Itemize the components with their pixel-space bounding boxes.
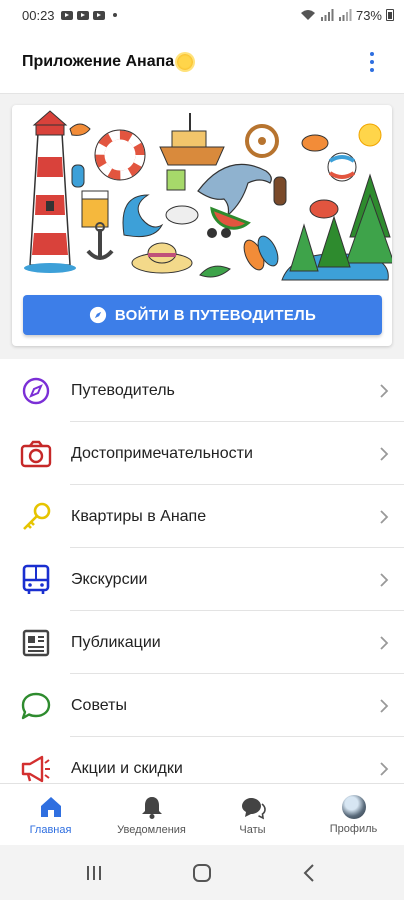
chats-icon <box>241 797 266 819</box>
compass-icon <box>89 306 107 324</box>
menu-item-label: Акции и скидки <box>71 759 183 777</box>
recent-apps-icon[interactable] <box>83 862 105 884</box>
status-time: 00:23 <box>22 7 55 23</box>
battery-icon <box>386 9 394 21</box>
compass-icon <box>0 376 70 406</box>
menu-item-label: Советы <box>71 696 127 714</box>
avatar <box>341 794 366 819</box>
menu-item-guide[interactable]: Путеводитель <box>0 359 404 422</box>
wifi-icon <box>300 10 315 20</box>
menu-item-label: Экскурсии <box>71 570 148 588</box>
bottom-navigation: Главная Уведомления Чаты Профиль <box>0 783 404 845</box>
newspaper-icon <box>0 628 70 658</box>
camera-icon <box>0 440 70 468</box>
nav-chats[interactable]: Чаты <box>202 784 303 845</box>
youtube-icon <box>92 10 105 20</box>
menu-item-label: Путеводитель <box>71 381 175 399</box>
menu-item-label: Публикации <box>71 633 161 651</box>
more-notifications-dot <box>112 13 117 17</box>
home-button-icon[interactable] <box>191 862 213 884</box>
nav-home[interactable]: Главная <box>0 784 101 845</box>
megaphone-icon <box>0 754 70 784</box>
app-title: Приложение Анапа <box>22 52 194 71</box>
key-icon <box>0 501 70 533</box>
chevron-right-icon <box>364 761 404 777</box>
system-navigation-bar <box>0 845 404 900</box>
nav-profile[interactable]: Профиль <box>303 784 404 845</box>
home-icon <box>40 796 61 817</box>
signal-icon <box>320 9 334 21</box>
status-bar: 00:23 73% <box>0 0 404 30</box>
resort-illustration <box>24 110 392 281</box>
chevron-right-icon <box>364 635 404 651</box>
nav-label: Профиль <box>329 822 378 835</box>
nav-label: Чаты <box>239 823 266 836</box>
chevron-right-icon <box>364 509 404 525</box>
sun-emoji-icon <box>177 53 194 70</box>
enter-guide-label: ВОЙТИ В ПУТЕВОДИТЕЛЬ <box>114 306 317 324</box>
menu-item-promotions[interactable]: Акции и скидки <box>0 737 404 783</box>
chevron-right-icon <box>364 698 404 714</box>
notification-icons <box>60 10 117 20</box>
chevron-right-icon <box>364 572 404 588</box>
menu-item-label: Квартиры в Анапе <box>71 507 207 525</box>
enter-guide-button[interactable]: ВОЙТИ В ПУТЕВОДИТЕЛЬ <box>23 295 382 335</box>
menu-item-label: Достопримечательности <box>71 444 253 462</box>
app-title-text: Приложение Анапа <box>22 52 175 70</box>
battery-percent: 73% <box>355 7 382 23</box>
chat-bubble-icon <box>0 691 70 721</box>
dot <box>370 67 374 72</box>
lighthouse-illustration <box>24 110 76 273</box>
nav-label: Главная <box>29 823 72 836</box>
menu-item-apartments[interactable]: Квартиры в Анапе <box>0 485 404 548</box>
menu-item-tips[interactable]: Советы <box>0 674 404 737</box>
menu-item-excursions[interactable]: Экскурсии <box>0 548 404 611</box>
dot <box>370 51 374 56</box>
signal-icon-2 <box>338 9 352 21</box>
main-menu: Путеводитель Достопримечательности Кварт… <box>0 359 404 783</box>
app-bar: Приложение Анапа <box>0 30 404 94</box>
bell-icon <box>141 796 162 819</box>
chevron-right-icon <box>364 446 404 462</box>
main-content[interactable]: ВОЙТИ В ПУТЕВОДИТЕЛЬ Путеводитель Достоп… <box>0 95 404 783</box>
nav-label: Уведомления <box>117 823 186 836</box>
back-icon[interactable] <box>299 862 321 884</box>
overflow-menu-button[interactable] <box>362 48 382 76</box>
menu-item-publications[interactable]: Публикации <box>0 611 404 674</box>
menu-item-sights[interactable]: Достопримечательности <box>0 422 404 485</box>
banner-card: ВОЙТИ В ПУТЕВОДИТЕЛЬ <box>12 105 392 346</box>
dot <box>370 59 374 64</box>
chevron-right-icon <box>364 383 404 399</box>
youtube-icon <box>76 10 89 20</box>
bus-icon <box>0 564 70 596</box>
youtube-icon <box>60 10 73 20</box>
nav-notifications[interactable]: Уведомления <box>101 784 202 845</box>
